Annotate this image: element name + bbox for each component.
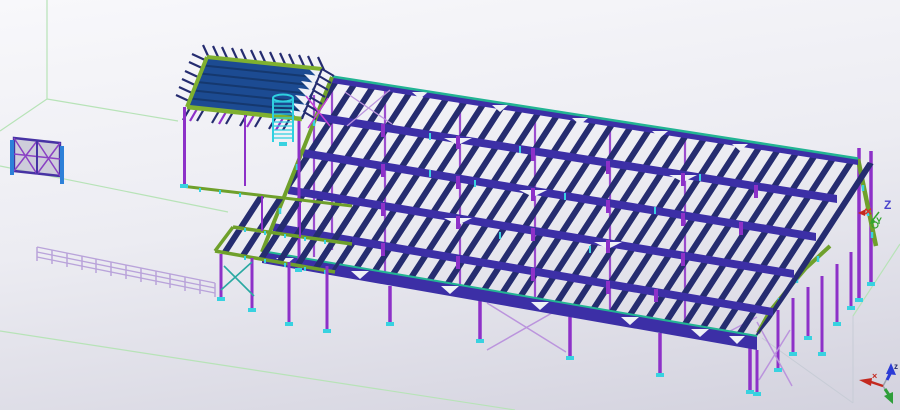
triad-x-arrowhead xyxy=(859,378,872,386)
ucs-y-label: Y xyxy=(876,216,882,226)
stair-base xyxy=(279,142,287,146)
viewport-canvas[interactable]: Z ✕ Y × z xyxy=(0,0,900,410)
triad-z-label: z xyxy=(894,362,898,371)
guard-rail[interactable] xyxy=(37,247,215,297)
triad-x-axis xyxy=(871,382,883,386)
model-viewport[interactable]: Z ✕ Y × z xyxy=(0,0,900,410)
view-axis-triad: × z xyxy=(859,362,898,404)
ucs-z-label: Z xyxy=(884,198,891,212)
triad-x-label: × xyxy=(872,371,877,381)
ucs-indicator: Z ✕ Y xyxy=(858,198,891,228)
spiral-staircase[interactable] xyxy=(273,95,293,147)
mezzanine-braces[interactable] xyxy=(221,262,254,296)
guard-rail-posts xyxy=(37,247,215,297)
